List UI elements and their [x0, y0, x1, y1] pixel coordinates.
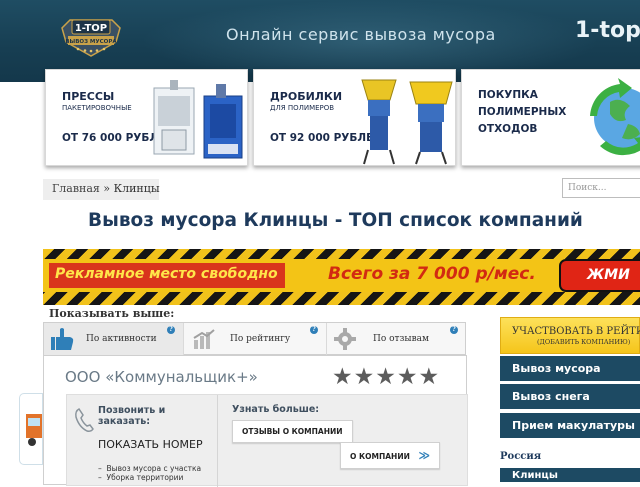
svg-text:ВЫВОЗ МУСОРА: ВЫВОЗ МУСОРА [65, 39, 117, 45]
page-title: Вывоз мусора Клинцы - ТОП список компани… [88, 210, 583, 231]
baler-press-image [153, 80, 243, 159]
about-button-label: О КОМПАНИИ [350, 452, 410, 461]
promo-line-3: ОТХОДОВ [478, 123, 538, 135]
ad-banner[interactable]: Рекламное место свободно Всего за 7 000 … [43, 249, 640, 305]
company-thumbnail[interactable] [19, 393, 43, 465]
sidebar-link-paper[interactable]: Прием макулатуры [500, 413, 640, 438]
about-company-button[interactable]: О КОМПАНИИ ≫ [340, 442, 441, 469]
participate-button[interactable]: УЧАСТВОВАТЬ В РЕЙТИН (ДОБАВИТЬ КОМПАНИЮ) [500, 317, 640, 354]
ad-free-slot-label: Рекламное место свободно [49, 263, 285, 288]
reviews-button[interactable]: ОТЗЫВЫ О КОМПАНИИ [232, 420, 353, 443]
services-list: – Вывоз мусора с участка – Уборка террит… [98, 464, 201, 482]
participate-label: УЧАСТВОВАТЬ В РЕЙТИН [512, 326, 640, 337]
tab-label: По рейтингу [230, 334, 291, 344]
call-label-line-1: Позвонить и [98, 405, 166, 416]
bar-chart-icon [193, 329, 215, 349]
region-heading: Россия [500, 451, 542, 462]
rating-stars: ★★★★★ [332, 364, 441, 390]
site-name[interactable]: 1-top.s [575, 18, 640, 43]
call-to-order-label: Позвонить и заказать: [98, 405, 165, 427]
promo-card-polymer-buying[interactable]: ПОКУПКА ПОЛИМЕРНЫХ ОТХОДОВ [461, 69, 640, 166]
promo-title: ДРОБИЛКИ [270, 90, 343, 103]
sidebar-link-snow[interactable]: Вывоз снега [500, 384, 640, 409]
svg-text:1-TOP: 1-TOP [75, 23, 107, 34]
site-logo[interactable]: 1-TOP ВЫВОЗ МУСОРА [58, 12, 124, 60]
info-icon[interactable]: ? [167, 326, 175, 334]
breadcrumb-separator: » [103, 182, 111, 195]
promo-line-2: ПОЛИМЕРНЫХ [478, 106, 567, 118]
phone-icon [75, 408, 94, 432]
promo-line-1: ПОКУПКА [478, 89, 538, 101]
gear-icon [334, 328, 356, 350]
breadcrumb: Главная » Клинцы [43, 179, 160, 200]
double-chevron-right-icon: ≫ [418, 449, 431, 462]
promo-subtitle: ДЛЯ ПОЛИМЕРОВ [270, 104, 335, 112]
list-item: – Уборка территории [98, 473, 184, 482]
show-phone-button[interactable]: ПОКАЗАТЬ НОМЕР [98, 438, 203, 451]
company-card: ООО «Коммунальщик+» ★★★★★ Позвонить и за… [43, 355, 468, 487]
ad-price-label: Всего за 7 000 р/мес. [328, 264, 536, 284]
info-icon[interactable]: ? [450, 326, 458, 334]
header-tagline: Онлайн сервис вывоза мусора [226, 25, 496, 44]
sort-header: Показывать выше: [49, 307, 175, 320]
promo-title: ПРЕССЫ [62, 90, 115, 103]
promo-card-shredders[interactable]: ДРОБИЛКИ ДЛЯ ПОЛИМЕРОВ ОТ 92 000 РУБЛЕЙ [253, 69, 456, 166]
promo-card-presses[interactable]: ПРЕССЫ ПАКЕТИРОВОЧНЫЕ ОТ 76 000 РУБЛЕЙ [45, 69, 248, 166]
logo-shield-icon: 1-TOP ВЫВОЗ МУСОРА [61, 19, 121, 57]
tab-by-reviews[interactable]: По отзывам ? [327, 323, 466, 355]
recycle-globe-icon [590, 78, 640, 156]
info-divider [217, 395, 218, 487]
company-name[interactable]: ООО «Коммунальщик+» [65, 368, 258, 386]
learn-more-label: Узнать больше: [232, 404, 320, 415]
company-info-box: Позвонить и заказать: ПОКАЗАТЬ НОМЕР – В… [66, 394, 468, 487]
list-item: – Вывоз мусора с участка [98, 464, 202, 473]
search-input[interactable]: Поиск... [562, 178, 640, 198]
tab-label: По активности [86, 334, 157, 344]
garbage-truck-image [26, 414, 42, 446]
hand-pointer-icon [51, 328, 74, 350]
tab-by-rating[interactable]: По рейтингу ? [184, 323, 327, 355]
call-label-line-2: заказать: [98, 416, 151, 427]
tab-by-activity[interactable]: По активности ? [44, 323, 184, 355]
shredder-image [361, 79, 453, 165]
sort-tabs: По активности ? По рейтингу ? По отзывам… [43, 322, 466, 355]
breadcrumb-current: Клинцы [113, 182, 160, 195]
participate-sublabel: (ДОБАВИТЬ КОМПАНИЮ) [537, 338, 631, 346]
sidebar-link-waste[interactable]: Вывоз мусора [500, 356, 640, 381]
tab-label: По отзывам [373, 334, 430, 344]
info-icon[interactable]: ? [310, 326, 318, 334]
ad-click-button[interactable]: ЖМИ [559, 259, 640, 292]
breadcrumb-home-link[interactable]: Главная [52, 182, 100, 195]
promo-subtitle: ПАКЕТИРОВОЧНЫЕ [62, 104, 132, 112]
